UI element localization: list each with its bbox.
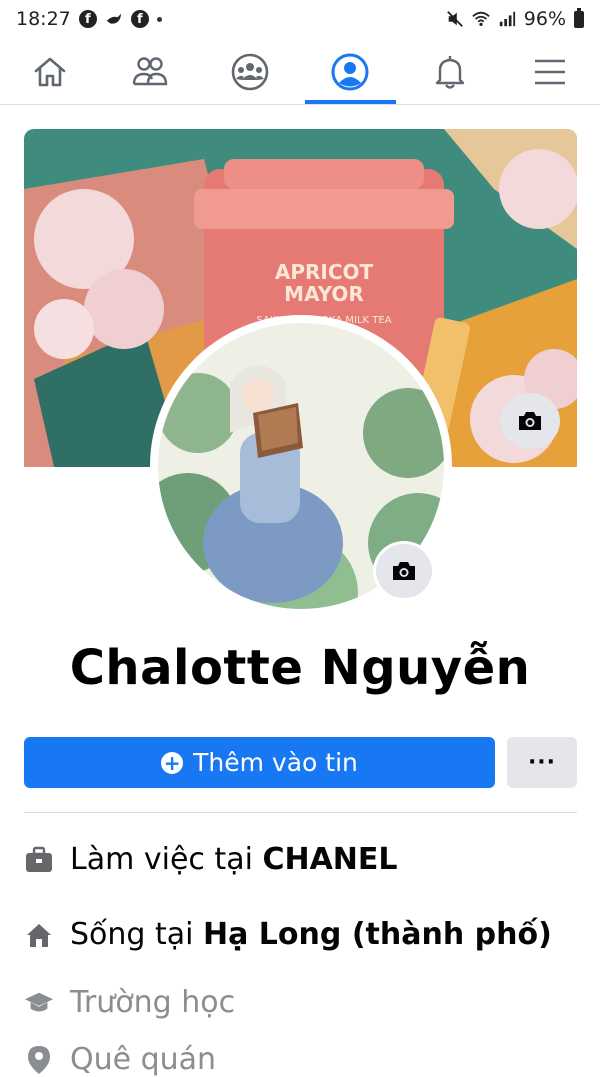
add-to-story-label: Thêm vào tin: [193, 748, 358, 777]
friends-icon: [132, 57, 168, 86]
more-notifications-icon: [156, 16, 162, 22]
nav-groups[interactable]: [200, 40, 300, 104]
profile-icon: [331, 53, 369, 91]
groups-icon: [231, 53, 269, 91]
nav-home[interactable]: [0, 40, 100, 104]
camera-icon: [519, 412, 541, 430]
add-to-story-button[interactable]: + Thêm vào tin: [24, 737, 495, 788]
school-label: Trường học: [70, 985, 236, 1020]
menu-icon: [535, 59, 565, 85]
edit-profile-picture-button[interactable]: [373, 541, 435, 601]
more-options-button[interactable]: ···: [507, 737, 577, 788]
mute-icon: [446, 11, 463, 27]
bell-icon: [435, 56, 465, 89]
bird-icon: [106, 13, 121, 24]
signal-icon: [499, 11, 515, 27]
battery-icon: [574, 7, 584, 28]
facebook-icon: f: [78, 10, 97, 28]
nav-profile[interactable]: [300, 40, 400, 104]
plus-icon: +: [161, 751, 184, 774]
briefcase-icon: [24, 845, 54, 875]
work-value[interactable]: CHANEL: [262, 842, 397, 877]
camera-icon: [393, 562, 415, 580]
edit-cover-button[interactable]: [500, 393, 560, 449]
clock: 18:27: [16, 8, 71, 30]
house-icon: [24, 920, 54, 950]
status-bar: 18:27 f f 96%: [0, 0, 600, 40]
cover-text-2: MAYOR: [284, 282, 364, 306]
nav-menu[interactable]: [500, 40, 600, 104]
nav-notifications[interactable]: [400, 40, 500, 104]
home-icon: [34, 57, 66, 87]
facebook-icon: f: [130, 10, 149, 28]
graduation-cap-icon: [24, 988, 54, 1018]
work-prefix: Làm việc tại: [70, 842, 263, 877]
top-navigation: [0, 40, 600, 105]
cover-text-1: APRICOT: [275, 260, 374, 284]
intro-school[interactable]: Trường học: [24, 985, 235, 1020]
lives-prefix: Sống tại: [70, 917, 204, 952]
intro-hometown[interactable]: Quê quán: [24, 1042, 216, 1077]
section-divider: [24, 812, 577, 813]
location-pin-icon: [24, 1045, 54, 1075]
nav-friends[interactable]: [100, 40, 200, 104]
battery-level: 96%: [523, 8, 566, 30]
profile-name: Chalotte Nguyễn: [69, 640, 531, 696]
active-tab-indicator: [305, 100, 396, 104]
wifi-icon: [472, 11, 490, 27]
hometown-label: Quê quán: [70, 1042, 217, 1077]
intro-work: Làm việc tại CHANEL: [24, 842, 398, 877]
lives-value[interactable]: Hạ Long (thành phố): [203, 917, 552, 952]
intro-lives-in: Sống tại Hạ Long (thành phố): [24, 917, 552, 952]
